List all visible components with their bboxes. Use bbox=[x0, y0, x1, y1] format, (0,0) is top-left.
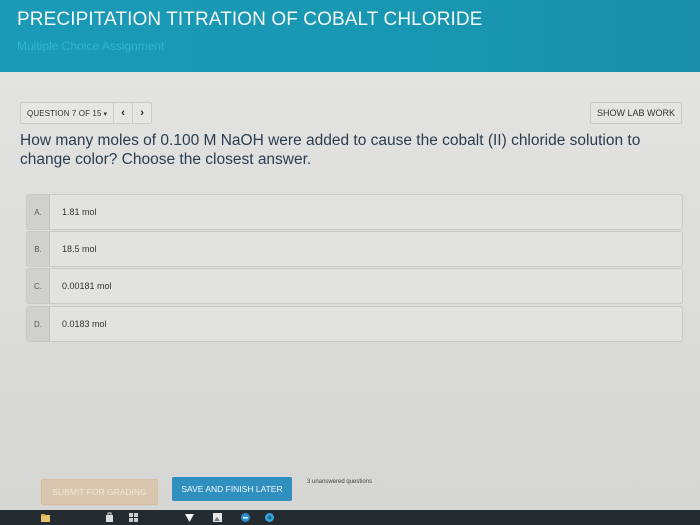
save-and-finish-later-button[interactable]: SAVE AND FINISH LATER bbox=[172, 477, 292, 501]
previous-question-button[interactable]: ‹ bbox=[113, 103, 132, 123]
question-text: How many moles of 0.100 M NaOH were adde… bbox=[20, 132, 641, 168]
choice-letter: B. bbox=[27, 232, 50, 266]
choice-text: 0.0183 mol bbox=[62, 319, 107, 329]
edge-icon[interactable] bbox=[240, 512, 251, 523]
choice-letter: C. bbox=[27, 269, 50, 303]
choice-text: 0.00181 mol bbox=[62, 281, 112, 291]
vpn-icon[interactable] bbox=[184, 512, 195, 523]
choice-a[interactable]: A. 1.81 mol bbox=[26, 194, 683, 230]
chevron-right-icon: › bbox=[140, 107, 144, 119]
page-title: PRECIPITATION TITRATION OF COBALT CHLORI… bbox=[17, 9, 483, 30]
unanswered-count: 3 unanswered questions bbox=[307, 479, 373, 485]
show-lab-work-button[interactable]: SHOW LAB WORK bbox=[590, 102, 682, 124]
photos-icon[interactable] bbox=[212, 512, 223, 523]
next-question-button[interactable]: › bbox=[132, 103, 151, 123]
choice-text: 18.5 mol bbox=[62, 244, 97, 254]
question-navigator: QUESTION 7 OF 15 ▾ ‹ › bbox=[20, 102, 153, 124]
choice-c[interactable]: C. 0.00181 mol bbox=[26, 268, 683, 304]
store-icon[interactable] bbox=[104, 512, 115, 523]
os-taskbar bbox=[0, 510, 700, 525]
chevron-left-icon: ‹ bbox=[121, 107, 125, 119]
choice-letter: A. bbox=[27, 195, 50, 229]
question-counter-dropdown[interactable]: QUESTION 7 OF 15 ▾ bbox=[21, 109, 113, 118]
choice-b[interactable]: B. 18.5 mol bbox=[26, 231, 683, 267]
choice-d[interactable]: D. 0.0183 mol bbox=[26, 306, 683, 342]
choice-letter: D. bbox=[27, 307, 50, 341]
page-subtitle: Multiple Choice Assignment bbox=[17, 39, 165, 53]
caret-down-icon: ▾ bbox=[103, 110, 108, 118]
file-explorer-icon[interactable] bbox=[40, 512, 51, 523]
app-header: PRECIPITATION TITRATION OF COBALT CHLORI… bbox=[0, 0, 700, 72]
choice-text: 1.81 mol bbox=[62, 207, 97, 217]
submit-for-grading-button[interactable]: SUBMIT FOR GRADING bbox=[41, 479, 158, 505]
question-counter-label: QUESTION 7 OF 15 bbox=[27, 108, 102, 118]
grid-app-icon[interactable] bbox=[128, 512, 139, 523]
chrome-icon[interactable] bbox=[264, 512, 275, 523]
